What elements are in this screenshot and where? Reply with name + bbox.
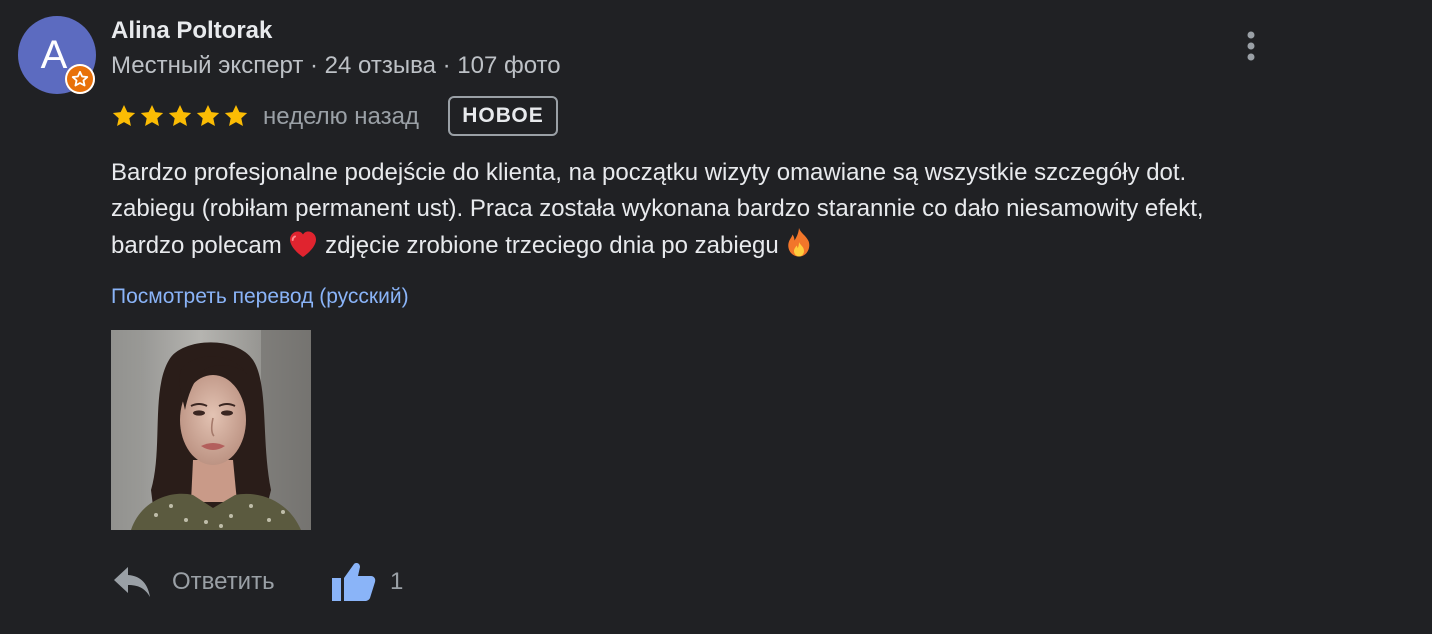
review-time: неделю назад — [263, 103, 419, 130]
star-rating — [111, 103, 249, 129]
star-icon — [196, 104, 220, 126]
reply-label: Ответить — [172, 568, 275, 595]
review-text-line: zabiegu (robiłam permanent ust). Praca z… — [111, 195, 1204, 222]
review-text-segment: zdjęcie zrobione trzeciego dnia po zabie… — [325, 232, 779, 259]
star-icon — [168, 104, 192, 126]
reviewer-avatar[interactable]: A — [18, 16, 96, 94]
review-text-segment: bardzo polecam — [111, 232, 282, 259]
reply-arrow-icon — [114, 567, 150, 597]
reviewer-name[interactable]: Alina Poltorak — [111, 16, 272, 46]
review-text-line: Bardzo profesjonalne podejście do klient… — [111, 159, 1187, 186]
review-text-line: bardzo polecam zdjęcie zrobione trzecieg… — [111, 227, 1311, 264]
like-button[interactable]: 1 — [330, 560, 403, 604]
star-icon — [140, 104, 164, 126]
reviewer-meta: Местный эксперт · 24 отзыва · 107 фото — [111, 52, 561, 79]
star-icon — [112, 104, 136, 126]
like-count: 1 — [390, 568, 404, 595]
more-vert-icon — [1247, 31, 1255, 61]
star-icon — [224, 104, 248, 126]
translate-link[interactable]: Посмотреть перевод (русский) — [111, 284, 409, 310]
review-photo[interactable] — [111, 330, 311, 530]
local-guide-star-icon — [65, 64, 95, 94]
thumbs-up-icon — [332, 563, 376, 601]
red-heart-emoji — [290, 231, 317, 257]
new-badge: НОВОЕ — [448, 96, 558, 136]
selfie-photo-image — [111, 330, 311, 530]
review-text: Bardzo profesjonalne podejście do klient… — [111, 155, 1311, 264]
fire-emoji — [788, 228, 810, 257]
more-options-button[interactable] — [1236, 26, 1266, 66]
reply-button[interactable]: Ответить — [112, 560, 275, 604]
